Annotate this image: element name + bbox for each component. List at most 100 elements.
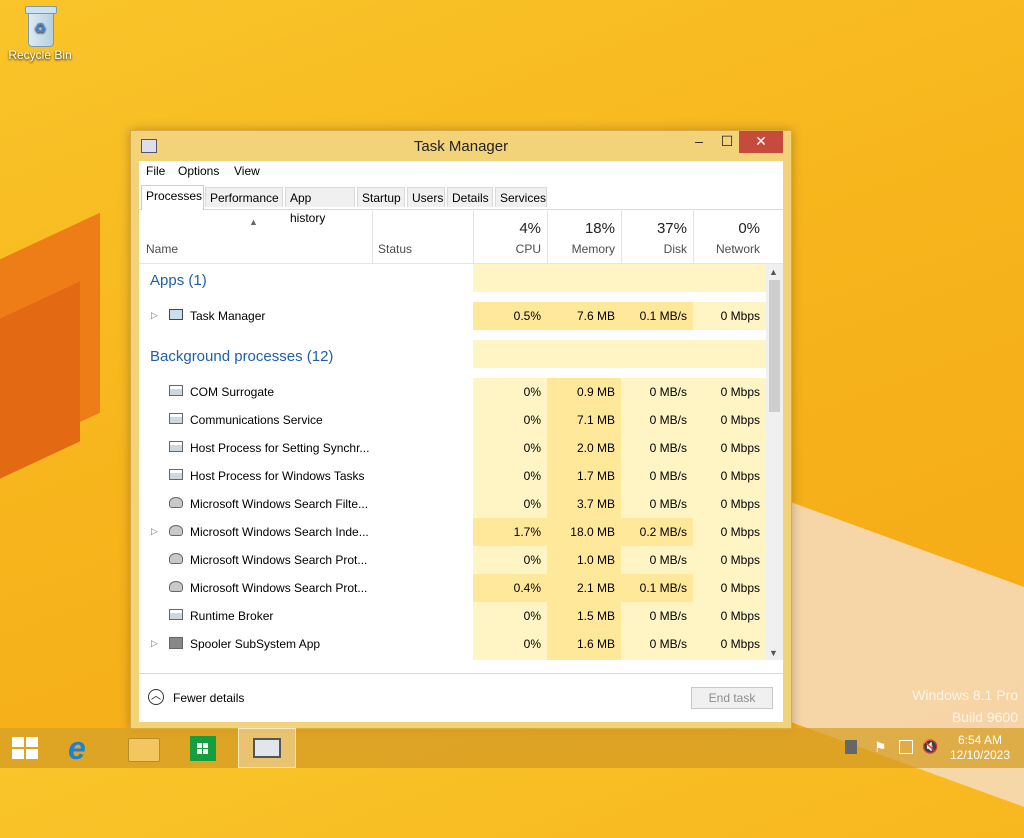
memory-total: 18%: [584, 220, 615, 237]
collapse-chevron-icon[interactable]: ︿: [148, 689, 164, 705]
footer-bar: ︿ Fewer details End task: [139, 673, 783, 722]
expand-arrow-icon[interactable]: ▷: [151, 526, 158, 537]
watermark-edition: Windows 8.1 Pro: [912, 687, 1018, 703]
process-cpu: 1.7%: [513, 525, 541, 539]
process-row[interactable]: Communications Service 0% 7.1 MB 0 MB/s 0 Mb…: [139, 406, 766, 434]
process-list: Apps (1) ▷ Task Manager 0.5% 7.6 MB 0.1 MB/s 0…: [139, 264, 766, 660]
process-row[interactable]: Microsoft Windows Search Prot... 0% 1.0 MB…: [139, 546, 766, 574]
vertical-scrollbar[interactable]: ▲ ▼: [766, 264, 783, 660]
menu-file[interactable]: File: [146, 164, 165, 178]
window-icon: [169, 469, 183, 480]
search-user-icon: [169, 581, 183, 592]
store-button[interactable]: [174, 728, 232, 768]
recycle-bin-shortcut[interactable]: Recycle Bin: [6, 6, 74, 62]
process-row[interactable]: ▷Windows Media Player Network...0%3.4 MB…: [139, 658, 766, 660]
sort-up-icon: ▲: [249, 217, 258, 227]
tab-performance[interactable]: Performance: [205, 187, 283, 207]
close-button[interactable]: ✕: [739, 131, 783, 153]
tab-app-history[interactable]: App history: [285, 187, 355, 225]
process-row[interactable]: ▷ Spooler SubSystem App 0% 1.6 MB 0 MB/s 0 Mb…: [139, 630, 766, 658]
clock-time: 6:54 AM: [957, 733, 1003, 747]
window-icon: [169, 385, 183, 396]
cell-background: [473, 264, 547, 292]
process-memory: 7.6 MB: [576, 309, 615, 323]
column-memory[interactable]: 18% Memory: [547, 209, 621, 263]
process-memory: 1.5 MB: [576, 609, 615, 623]
scroll-thumb[interactable]: [769, 280, 780, 412]
tab-users[interactable]: Users: [407, 187, 445, 207]
expand-arrow-icon[interactable]: ▷: [151, 638, 158, 649]
process-row[interactable]: ▷ Microsoft Windows Search Inde... 1.7% 18.…: [139, 518, 766, 546]
process-row[interactable]: ▷ Task Manager 0.5% 7.6 MB 0.1 MB/s 0 Mbps: [139, 302, 766, 330]
fewer-details-link[interactable]: Fewer details: [173, 691, 244, 705]
expand-arrow-icon[interactable]: ▷: [151, 310, 158, 321]
window-icon: [169, 609, 183, 620]
internet-explorer-button[interactable]: e: [58, 728, 116, 768]
process-disk: 0 MB/s: [649, 609, 687, 623]
process-network: 0 Mbps: [720, 385, 760, 399]
process-row[interactable]: Microsoft Windows Search Prot... 0.4% 2.1 …: [139, 574, 766, 602]
tray-device-icon[interactable]: [845, 740, 857, 754]
task-manager-taskbar-button[interactable]: [238, 728, 296, 768]
process-row[interactable]: Host Process for Setting Synchr... 0% 2.0 …: [139, 434, 766, 462]
watermark-build: Build 9600: [951, 709, 1018, 725]
windows-logo-icon: [12, 737, 38, 759]
folder-icon: [128, 738, 160, 762]
tab-startup[interactable]: Startup: [357, 187, 405, 207]
tab-processes[interactable]: Processes: [141, 185, 204, 210]
process-name: COM Surrogate: [190, 385, 275, 399]
process-memory: 0.9 MB: [576, 385, 615, 399]
process-network: 0 Mbps: [720, 469, 760, 483]
column-cpu[interactable]: 4% CPU: [473, 209, 547, 263]
start-button[interactable]: [0, 728, 58, 768]
minimize-button[interactable]: –: [685, 131, 713, 153]
column-network[interactable]: 0% Network: [693, 209, 766, 263]
volume-muted-icon[interactable]: 🔇: [922, 740, 938, 754]
file-explorer-button[interactable]: [116, 728, 174, 768]
network-total: 0%: [738, 220, 760, 237]
process-disk: 0 MB/s: [649, 413, 687, 427]
column-cpu-label: CPU: [515, 242, 541, 256]
process-row[interactable]: Runtime Broker 0% 1.5 MB 0 MB/s 0 Mbps: [139, 602, 766, 630]
end-task-button[interactable]: End task: [691, 687, 773, 709]
cell-background: [693, 340, 766, 368]
system-clock[interactable]: 6:54 AM 12/10/2023: [940, 733, 1020, 763]
process-disk: 0.1 MB/s: [639, 309, 687, 323]
column-disk[interactable]: 37% Disk: [621, 209, 693, 263]
network-icon[interactable]: [899, 740, 913, 754]
process-name: Microsoft Windows Search Prot...: [190, 553, 368, 567]
title-bar[interactable]: Task Manager – ☐ ✕: [131, 131, 791, 161]
menu-options[interactable]: Options: [178, 164, 219, 178]
process-row[interactable]: COM Surrogate 0% 0.9 MB 0 MB/s 0 Mbps: [139, 378, 766, 406]
column-status-label: Status: [378, 242, 413, 256]
recycle-bin-label: Recycle Bin: [8, 48, 72, 62]
process-name: Spooler SubSystem App: [190, 637, 321, 651]
store-icon: [190, 736, 216, 761]
tab-services[interactable]: Services: [495, 187, 547, 207]
column-network-label: Network: [715, 242, 760, 256]
process-memory: 18.0 MB: [570, 525, 615, 539]
column-name[interactable]: ▲ Name: [139, 209, 372, 263]
search-user-icon: [169, 525, 183, 536]
tab-details[interactable]: Details: [447, 187, 493, 207]
process-cpu: 0.5%: [513, 309, 541, 323]
scroll-down-icon[interactable]: ▼: [769, 648, 778, 658]
cell-background: [621, 264, 693, 292]
task-manager-window: Task Manager – ☐ ✕ File Options View Pro…: [130, 130, 792, 730]
menu-view[interactable]: View: [234, 164, 260, 178]
clock-date: 12/10/2023: [949, 748, 1011, 762]
task-manager-icon: [169, 309, 183, 320]
column-status[interactable]: Status: [372, 209, 473, 263]
process-row[interactable]: Host Process for Windows Tasks 0% 1.7 MB 0 …: [139, 462, 766, 490]
scroll-up-icon[interactable]: ▲: [769, 267, 778, 277]
process-disk: 0 MB/s: [649, 441, 687, 455]
taskbar: e ⚑ 🔇 6:54 AM 12/10/2023: [0, 728, 1024, 768]
process-row[interactable]: Microsoft Windows Search Filte... 0% 3.7 M…: [139, 490, 766, 518]
process-memory: 1.0 MB: [576, 553, 615, 567]
group-title: Background processes (12): [150, 348, 334, 365]
process-disk: 0.2 MB/s: [639, 525, 687, 539]
maximize-button[interactable]: ☐: [713, 131, 741, 153]
process-network: 0 Mbps: [720, 637, 760, 651]
action-center-flag-icon[interactable]: ⚑: [874, 740, 888, 754]
process-memory: 1.6 MB: [576, 637, 615, 651]
